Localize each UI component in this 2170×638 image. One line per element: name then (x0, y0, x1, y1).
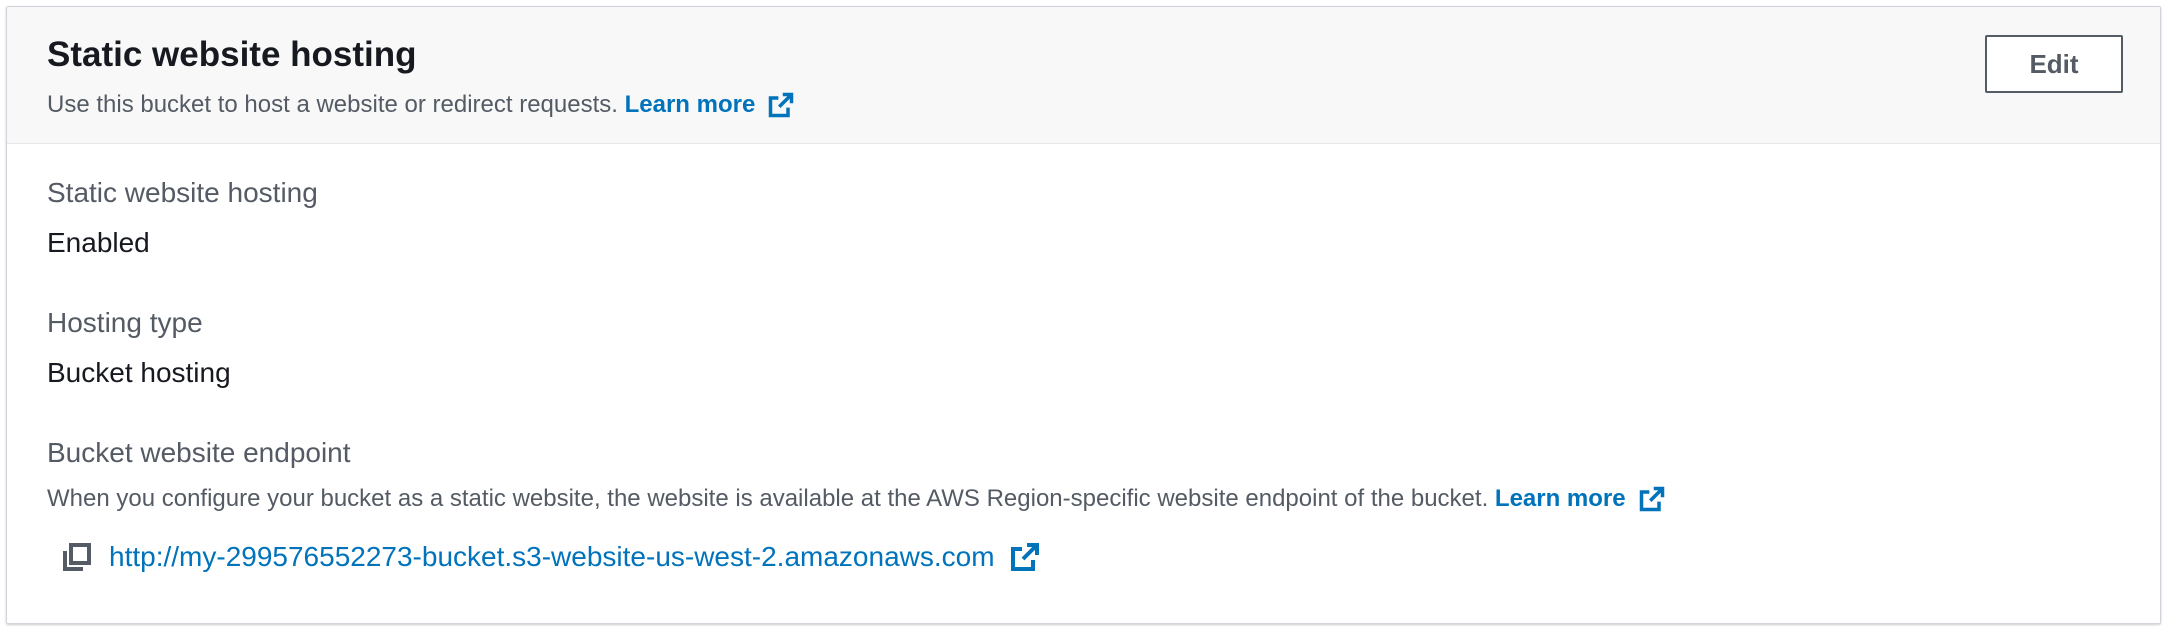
panel-header: Static website hosting Use this bucket t… (7, 7, 2160, 144)
external-link-icon[interactable] (767, 91, 795, 119)
panel-description: Use this bucket to host a website or red… (47, 91, 795, 119)
endpoint-url-link[interactable]: http://my-299576552273-bucket.s3-website… (109, 541, 995, 573)
endpoint-label: Bucket website endpoint (47, 437, 351, 468)
external-link-icon[interactable] (1009, 541, 1041, 573)
hosting-label: Static website hosting (47, 177, 318, 208)
copy-icon[interactable] (61, 541, 93, 573)
endpoint-description-text: When you configure your bucket as a stat… (47, 485, 1489, 512)
hosting-value: Enabled (47, 227, 150, 258)
panel-description-text: Use this bucket to host a website or red… (47, 91, 618, 118)
panel-title: Static website hosting (47, 35, 417, 74)
hosting-type-value: Bucket hosting (47, 357, 231, 388)
endpoint-learn-more-link[interactable]: Learn more (1495, 485, 1626, 513)
edit-button[interactable]: Edit (1985, 35, 2123, 93)
endpoint-description: When you configure your bucket as a stat… (47, 485, 1666, 513)
static-website-hosting-panel: Static website hosting Use this bucket t… (6, 6, 2161, 624)
external-link-icon[interactable] (1638, 485, 1666, 513)
endpoint-row: http://my-299576552273-bucket.s3-website… (61, 541, 1041, 573)
hosting-type-label: Hosting type (47, 307, 203, 338)
header-learn-more-link[interactable]: Learn more (625, 91, 756, 119)
